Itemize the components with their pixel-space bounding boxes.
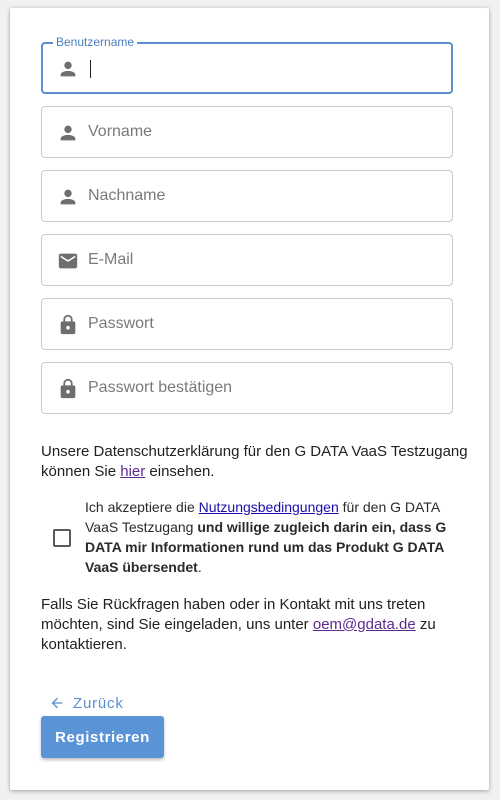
username-field[interactable]: Benutzername: [41, 35, 453, 94]
register-button[interactable]: Registrieren: [41, 716, 164, 758]
privacy-text-before: Unsere Datenschutzerklärung für den G DA…: [41, 443, 468, 480]
back-button[interactable]: Zurück: [49, 692, 124, 714]
privacy-notice: Unsere Datenschutzerklärung für den G DA…: [41, 442, 471, 482]
arrow-left-icon: [49, 695, 65, 711]
password-confirm-field[interactable]: [41, 362, 453, 414]
text-caret: [90, 60, 91, 78]
consent-text: Ich akzeptiere die Nutzungsbedingungen f…: [85, 497, 463, 577]
lock-icon: [57, 314, 79, 336]
password-confirm-input[interactable]: [88, 363, 428, 413]
consent-checkbox[interactable]: [53, 529, 71, 547]
consent-text-end: .: [197, 559, 202, 575]
lock-icon: [57, 378, 79, 400]
consent-text-before: Ich akzeptiere die: [85, 499, 199, 515]
mail-icon: [57, 250, 79, 272]
person-icon: [57, 186, 79, 208]
email-input[interactable]: [88, 235, 428, 285]
password-input[interactable]: [88, 299, 428, 349]
registration-card: Benutzername Vorname Nachname E-Mail Uns…: [10, 8, 489, 790]
privacy-text-after: einsehen.: [145, 463, 215, 480]
lastname-field[interactable]: [41, 170, 453, 222]
terms-link[interactable]: Nutzungsbedingungen: [199, 499, 339, 515]
contact-notice: Falls Sie Rückfragen haben oder in Konta…: [41, 595, 471, 655]
email-field[interactable]: [41, 234, 453, 286]
password-field[interactable]: [41, 298, 453, 350]
back-label: Zurück: [73, 694, 124, 712]
privacy-link[interactable]: hier: [120, 463, 145, 480]
person-icon: [57, 58, 79, 80]
firstname-field[interactable]: [41, 106, 453, 158]
username-input[interactable]: [88, 44, 428, 92]
contact-email-link[interactable]: oem@gdata.de: [313, 616, 416, 633]
person-icon: [57, 122, 79, 144]
lastname-input[interactable]: [88, 171, 428, 221]
firstname-input[interactable]: [88, 107, 428, 157]
